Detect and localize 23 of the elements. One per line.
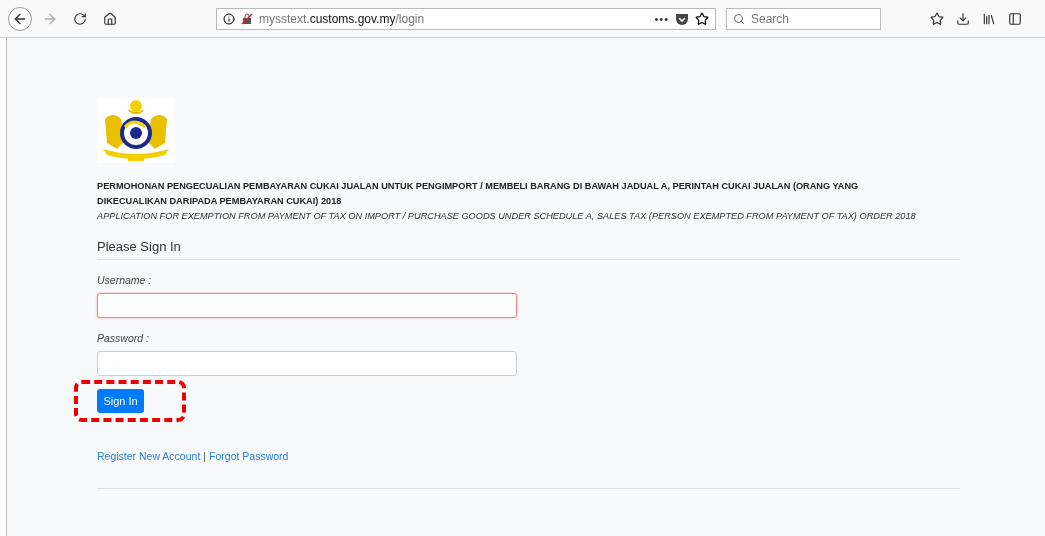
form-subtitle: APPLICATION FOR EXEMPTION FROM PAYMENT OF TAX ON IMPORT / PURCHASE GOODS UNDER SCHEDULE A, SALES TAX (PERSON EXEMPTED FROM PAYMENT OF TAX) ORDER 2018 (97, 210, 916, 223)
back-button[interactable] (8, 6, 32, 31)
search-icon (733, 12, 745, 25)
address-bar[interactable]: mysstext.customs.gov.my/login ••• (216, 7, 716, 30)
home-icon (103, 11, 117, 26)
form-title: PERMOHONAN PENGECUALIAN PEMBAYARAN CUKAI JUALAN UNTUK PENGIMPORT / MEMBELI BARANG DI BAWAH JADUAL A, PERINTAH CUKAI JUALAN (ORANG YANG DIKECUALIKAN DARIPADA PEMBAYARAN CUKAI) 2018 (97, 180, 860, 208)
forgot-password-link[interactable]: Forgot Password (209, 450, 289, 462)
input-field[interactable] (97, 351, 517, 376)
reload-icon (73, 11, 87, 26)
star-icon[interactable] (695, 11, 709, 26)
url-text: mysstext.customs.gov.my/login (259, 11, 426, 26)
info-icon[interactable] (223, 12, 235, 25)
field-label: Password : (97, 332, 150, 344)
link-separator: | (203, 450, 207, 462)
sign-in-button[interactable]: Sign In (97, 389, 144, 413)
pocket-icon[interactable] (675, 11, 689, 26)
insecure-lock-icon[interactable] (241, 12, 253, 25)
input-field[interactable] (97, 293, 517, 318)
register-link[interactable]: Register New Account (97, 450, 201, 462)
field-label: Username : (97, 274, 153, 286)
search-field[interactable]: Search (726, 7, 881, 30)
sign-in-heading: Please Sign In (97, 239, 960, 260)
page-actions-button[interactable]: ••• (654, 12, 669, 25)
